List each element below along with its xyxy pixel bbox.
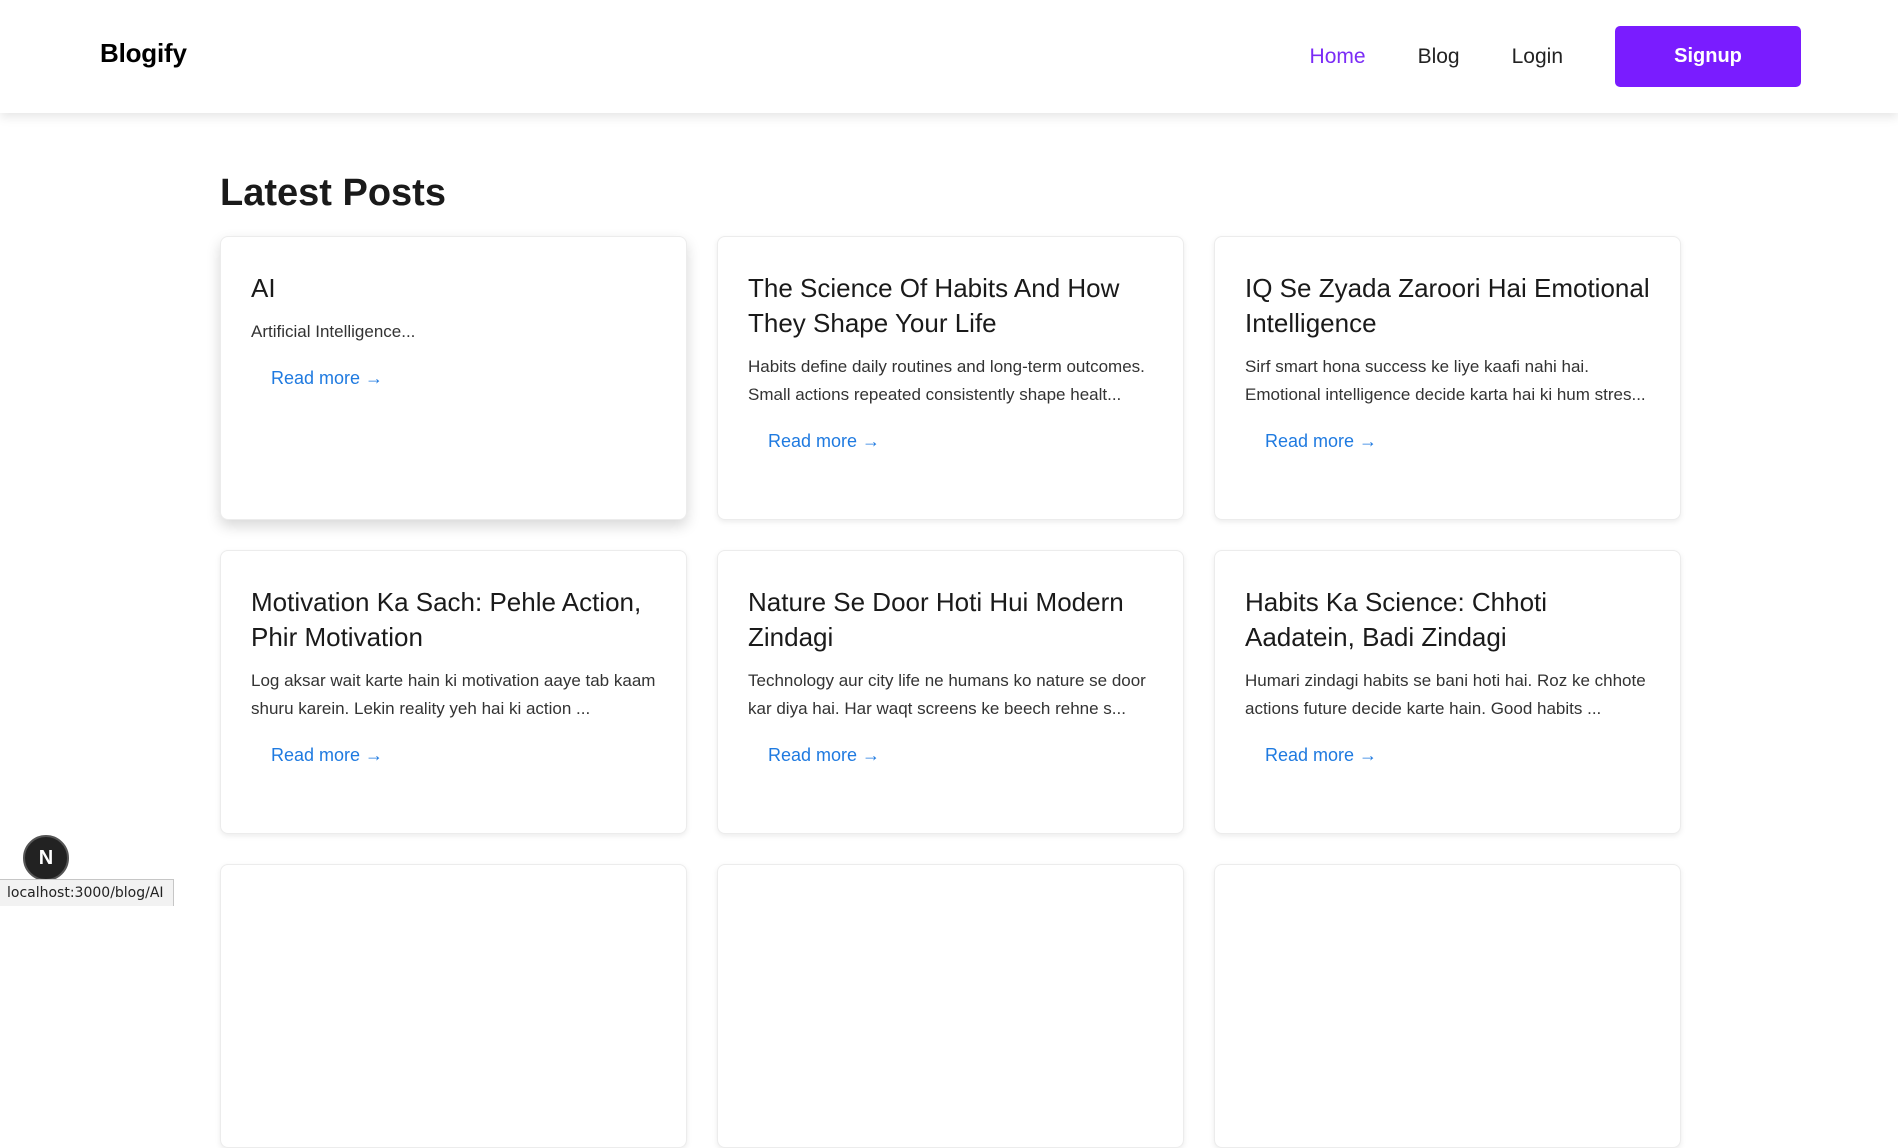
nextjs-devtools-icon[interactable]: N — [23, 835, 69, 881]
post-card[interactable] — [220, 864, 687, 1148]
signup-button[interactable]: Signup — [1615, 26, 1801, 87]
read-more-link[interactable]: Read more → — [271, 745, 383, 766]
post-card[interactable]: IQ Se Zyada Zaroori Hai Emotional Intell… — [1214, 236, 1681, 520]
post-excerpt: Sirf smart hona success ke liye kaafi na… — [1245, 357, 1646, 404]
post-card[interactable]: Motivation Ka Sach: Pehle Action, Phir M… — [220, 550, 687, 834]
brand-logo[interactable]: Blogify — [100, 38, 187, 69]
post-excerpt: Technology aur city life ne humans ko na… — [748, 671, 1146, 718]
post-title: Motivation Ka Sach: Pehle Action, Phir M… — [251, 587, 642, 652]
read-more-link[interactable]: Read more → — [768, 431, 880, 452]
post-card[interactable]: AI Artificial Intelligence... Read more … — [220, 236, 687, 520]
nav-blog-link[interactable]: Blog — [1418, 45, 1460, 69]
navbar: Blogify Home Blog Login Signup — [0, 0, 1898, 113]
post-excerpt: Habits define daily routines and long-te… — [748, 357, 1145, 404]
post-title: The Science Of Habits And How They Shape… — [748, 273, 1120, 338]
nav-links: Home Blog Login Signup — [1310, 0, 1898, 113]
post-excerpt: Artificial Intelligence... — [251, 322, 416, 341]
posts-grid: AI Artificial Intelligence... Read more … — [220, 236, 1682, 1148]
post-card[interactable] — [1214, 864, 1681, 1148]
read-more-link[interactable]: Read more → — [271, 368, 383, 389]
read-more-link[interactable]: Read more → — [1265, 745, 1377, 766]
page-title: Latest Posts — [220, 172, 446, 214]
post-title: IQ Se Zyada Zaroori Hai Emotional Intell… — [1245, 273, 1650, 338]
post-title: Nature Se Door Hoti Hui Modern Zindagi — [748, 587, 1124, 652]
post-card[interactable]: Nature Se Door Hoti Hui Modern Zindagi T… — [717, 550, 1184, 834]
post-excerpt: Humari zindagi habits se bani hoti hai. … — [1245, 671, 1646, 718]
read-more-link[interactable]: Read more → — [1265, 431, 1377, 452]
nav-login-link[interactable]: Login — [1512, 45, 1563, 69]
nav-home-link[interactable]: Home — [1310, 45, 1366, 69]
post-excerpt: Log aksar wait karte hain ki motivation … — [251, 671, 656, 718]
post-title: Habits Ka Science: Chhoti Aadatein, Badi… — [1245, 587, 1548, 652]
link-status-bar: localhost:3000/blog/AI — [0, 879, 174, 906]
post-title: AI — [251, 273, 276, 303]
post-card[interactable]: Habits Ka Science: Chhoti Aadatein, Badi… — [1214, 550, 1681, 834]
post-card[interactable] — [717, 864, 1184, 1148]
post-card[interactable]: The Science Of Habits And How They Shape… — [717, 236, 1184, 520]
read-more-link[interactable]: Read more → — [768, 745, 880, 766]
